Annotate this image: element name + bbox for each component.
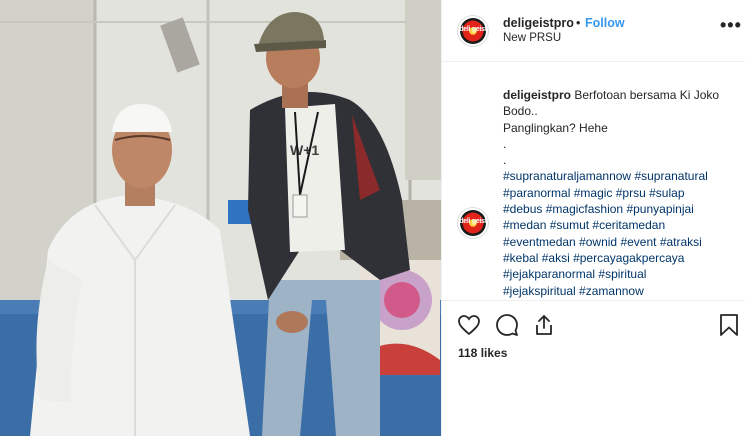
hashtag-link[interactable]: #supranaturaljamannow xyxy=(503,169,631,183)
svg-text:W+1: W+1 xyxy=(290,142,319,158)
action-bar: 118 likes xyxy=(442,300,745,436)
avatar-logo-text: deli geist xyxy=(459,26,487,33)
bookmark-icon[interactable] xyxy=(717,313,741,337)
hashtag-link[interactable]: #sulap xyxy=(649,186,684,200)
hashtag-link[interactable]: #eventmedan xyxy=(503,235,576,249)
hashtag-link[interactable]: #spiritual xyxy=(598,267,646,281)
avatar-logo-text: deli geist xyxy=(459,218,487,225)
header-separator: • xyxy=(576,16,581,30)
hashtag-link[interactable]: #sumut xyxy=(550,218,589,232)
heart-icon[interactable] xyxy=(457,313,481,337)
caption-line-2: Panglingkan? Hehe xyxy=(503,120,608,135)
hashtag-link[interactable]: #punyapinjai xyxy=(626,202,693,216)
post-header: deli geist deligeistpro • Follow New PRS… xyxy=(442,0,745,62)
post-photo[interactable]: W+1 xyxy=(0,0,441,436)
hashtag-link[interactable]: #event xyxy=(620,235,656,249)
hashtag-link[interactable]: #prsu xyxy=(616,186,646,200)
hashtag-link[interactable]: #zamannow xyxy=(579,284,644,298)
hashtag-link[interactable]: #ceritamedan xyxy=(592,218,665,232)
hashtag-link[interactable]: #percayagakpercaya xyxy=(573,251,684,265)
hashtag-link[interactable]: #jejakparanormal xyxy=(503,267,595,281)
more-options-icon[interactable]: ••• xyxy=(720,16,742,34)
caption-dot-1: . xyxy=(503,136,507,151)
author-username[interactable]: deligeistpro xyxy=(503,16,574,30)
post-side-panel: deli geist deligeistpro • Follow New PRS… xyxy=(441,0,745,436)
hashtag-link[interactable]: #ownid xyxy=(579,235,617,249)
hashtag-link[interactable]: #aksi xyxy=(542,251,570,265)
caption-dot-2: . xyxy=(503,153,507,168)
hashtag-link[interactable]: #atraksi xyxy=(660,235,702,249)
follow-button[interactable]: Follow xyxy=(585,16,625,30)
hashtag-link[interactable]: #kebal xyxy=(503,251,538,265)
avatar-ring: deli geist xyxy=(457,207,489,239)
hashtag-link[interactable]: #debus xyxy=(503,202,542,216)
comment-icon[interactable] xyxy=(495,313,519,337)
hashtag-block: #supranaturaljamannow #supranatural #par… xyxy=(503,168,739,298)
hashtag-link[interactable]: #magicfashion xyxy=(546,202,623,216)
hashtag-link[interactable]: #magic xyxy=(574,186,613,200)
hashtag-link[interactable]: #jejakspiritual xyxy=(503,284,576,298)
author-avatar[interactable]: deli geist xyxy=(457,15,489,47)
avatar-ring: deli geist xyxy=(457,15,489,47)
caption-text: deligeistpro Berfotoan bersama Ki Joko B… xyxy=(503,87,739,299)
hashtag-link[interactable]: #paranormal xyxy=(503,186,570,200)
post-location[interactable]: New PRSU xyxy=(503,32,561,44)
likes-count[interactable]: 118 likes xyxy=(458,346,507,360)
caption-avatar[interactable]: deli geist xyxy=(457,207,489,239)
caption-section: deli geist deligeistpro Berfotoan bersam… xyxy=(442,63,745,300)
caption-username[interactable]: deligeistpro xyxy=(503,88,571,102)
share-icon[interactable] xyxy=(532,313,556,337)
hashtag-link[interactable]: #medan xyxy=(503,218,546,232)
hashtag-link[interactable]: #supranatural xyxy=(634,169,707,183)
photo-illustration: W+1 xyxy=(0,0,441,436)
